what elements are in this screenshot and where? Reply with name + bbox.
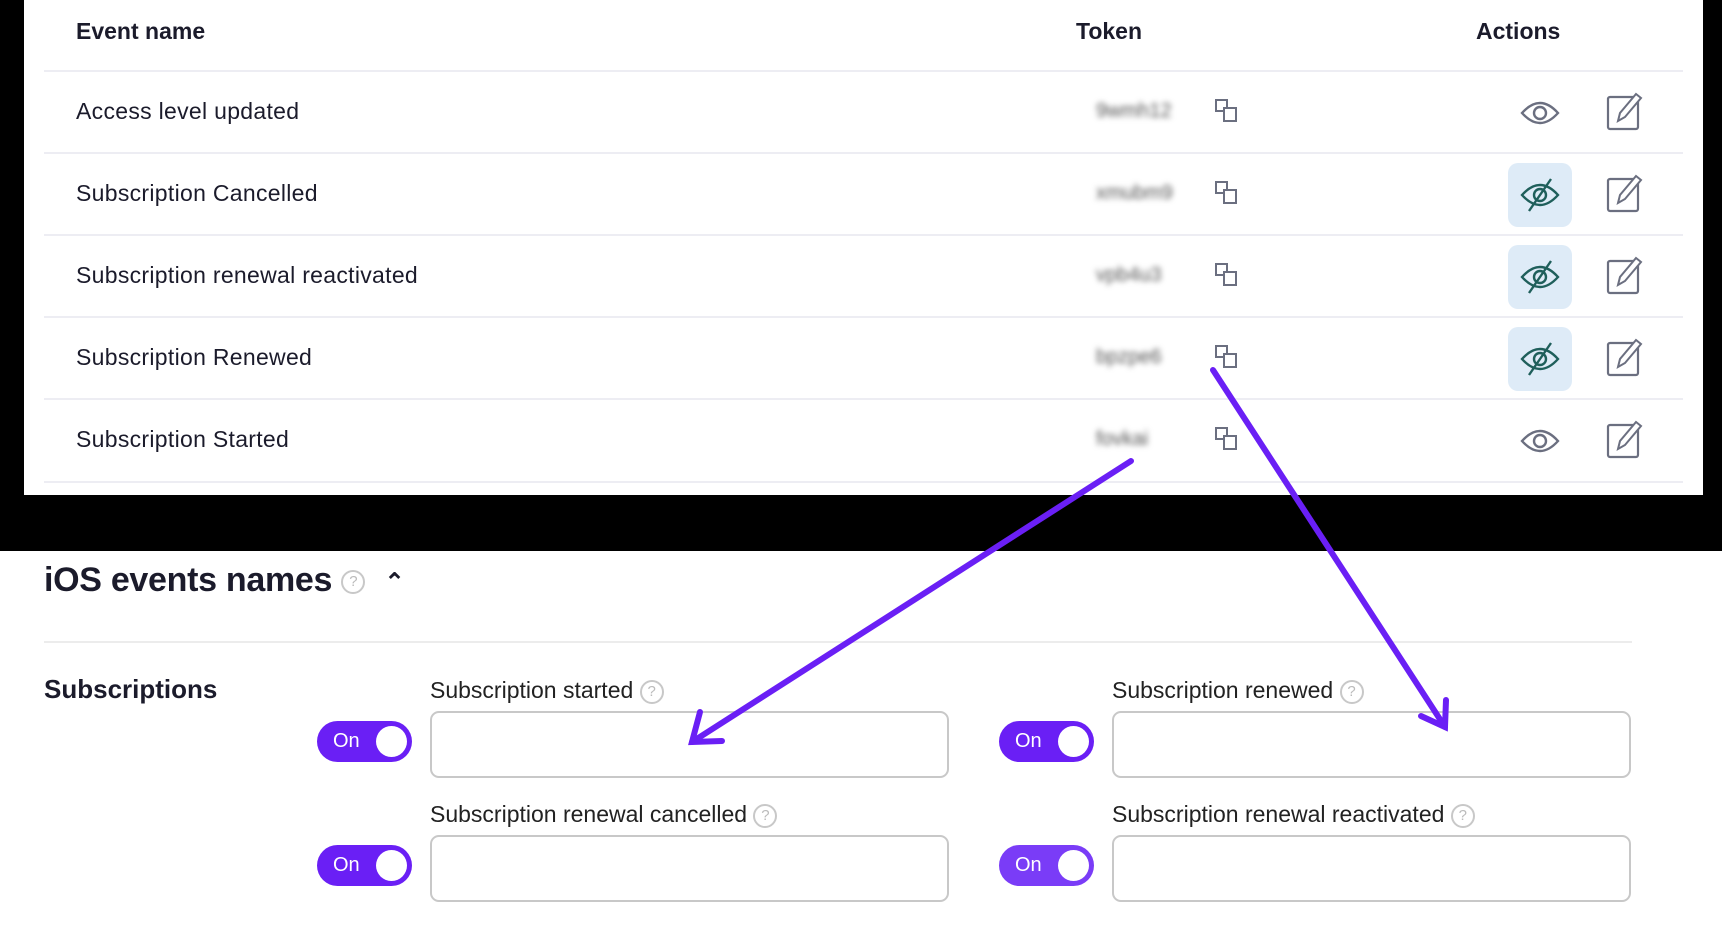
toggle-label: On: [333, 730, 360, 752]
field-label: Subscription renewal reactivated ?: [1112, 801, 1475, 828]
toggle-knob: [1058, 850, 1089, 881]
enable-toggle[interactable]: On: [317, 721, 412, 762]
ios-events-section: iOS events names ? ⌃ Subscriptions Subsc…: [0, 551, 1722, 942]
token-value: 9wmh12: [1096, 100, 1172, 122]
field-label: Subscription renewal cancelled ?: [430, 801, 778, 828]
event-name: Subscription Renewed: [76, 344, 313, 370]
edit-icon[interactable]: [1606, 91, 1644, 131]
token-value: xmubm9: [1096, 182, 1173, 204]
help-icon[interactable]: ?: [1339, 679, 1364, 704]
enable-toggle[interactable]: On: [999, 845, 1094, 886]
divider: [44, 641, 1632, 643]
toggle-label: On: [1015, 854, 1042, 876]
field-label: Subscription renewed ?: [1112, 677, 1364, 704]
edit-icon[interactable]: [1606, 419, 1644, 459]
event-name-input[interactable]: [1112, 835, 1631, 902]
help-icon[interactable]: ?: [1450, 803, 1475, 828]
toggle-label: On: [333, 854, 360, 876]
edit-icon[interactable]: [1606, 337, 1644, 377]
copy-icon[interactable]: [1214, 180, 1240, 206]
event-name-input[interactable]: [430, 711, 949, 778]
table-row: Subscription Started fovkai: [44, 398, 1683, 480]
enable-toggle[interactable]: On: [317, 845, 412, 886]
event-name: Subscription renewal reactivated: [76, 262, 418, 288]
edit-icon[interactable]: [1606, 173, 1644, 213]
token-value: vpb4u3: [1096, 264, 1162, 286]
field-label-text: Subscription renewed: [1112, 677, 1334, 703]
header-token: Token: [1076, 18, 1143, 44]
field-label-text: Subscription renewal reactivated: [1112, 801, 1445, 827]
event-name: Subscription Started: [76, 426, 290, 452]
field-label: Subscription started ?: [430, 677, 664, 704]
table-row-divider: [44, 481, 1683, 495]
chevron-up-icon[interactable]: ⌃: [384, 569, 404, 596]
field-label-text: Subscription started: [430, 677, 634, 703]
help-icon[interactable]: ?: [639, 679, 664, 704]
event-name: Subscription Cancelled: [76, 180, 318, 206]
help-icon[interactable]: ?: [341, 570, 366, 595]
field-label-text: Subscription renewal cancelled: [430, 801, 748, 827]
section-title: iOS events names ? ⌃: [44, 561, 405, 600]
section-title-text: iOS events names: [44, 561, 333, 599]
event-name-input[interactable]: [1112, 711, 1631, 778]
eye-icon[interactable]: [1508, 81, 1572, 145]
copy-icon[interactable]: [1214, 344, 1240, 370]
copy-icon[interactable]: [1214, 98, 1240, 124]
header-actions: Actions: [1476, 18, 1561, 44]
enable-toggle[interactable]: On: [999, 721, 1094, 762]
table-row: Access level updated 9wmh12: [44, 70, 1683, 152]
toggle-knob: [376, 726, 407, 757]
eye-off-icon[interactable]: [1508, 163, 1572, 227]
token-value: bpzpe6: [1096, 346, 1162, 368]
header-event-name: Event name: [76, 18, 206, 44]
edit-icon[interactable]: [1606, 255, 1644, 295]
table-row: Subscription Cancelled xmubm9: [44, 152, 1683, 234]
eye-off-icon[interactable]: [1508, 327, 1572, 391]
table-row: Subscription Renewed bpzpe6: [44, 316, 1683, 398]
events-table-panel: Event name Token Actions Access level up…: [24, 0, 1703, 495]
help-icon[interactable]: ?: [753, 803, 778, 828]
eye-icon[interactable]: [1508, 409, 1572, 473]
group-label: Subscriptions: [44, 674, 218, 704]
copy-icon[interactable]: [1214, 262, 1240, 288]
token-value: fovkai: [1096, 428, 1149, 450]
table-row: Subscription renewal reactivated vpb4u3: [44, 234, 1683, 316]
eye-off-icon[interactable]: [1508, 245, 1572, 309]
event-name: Access level updated: [76, 98, 300, 124]
copy-icon[interactable]: [1214, 426, 1240, 452]
toggle-knob: [1058, 726, 1089, 757]
event-name-input[interactable]: [430, 835, 949, 902]
toggle-knob: [376, 850, 407, 881]
toggle-label: On: [1015, 730, 1042, 752]
